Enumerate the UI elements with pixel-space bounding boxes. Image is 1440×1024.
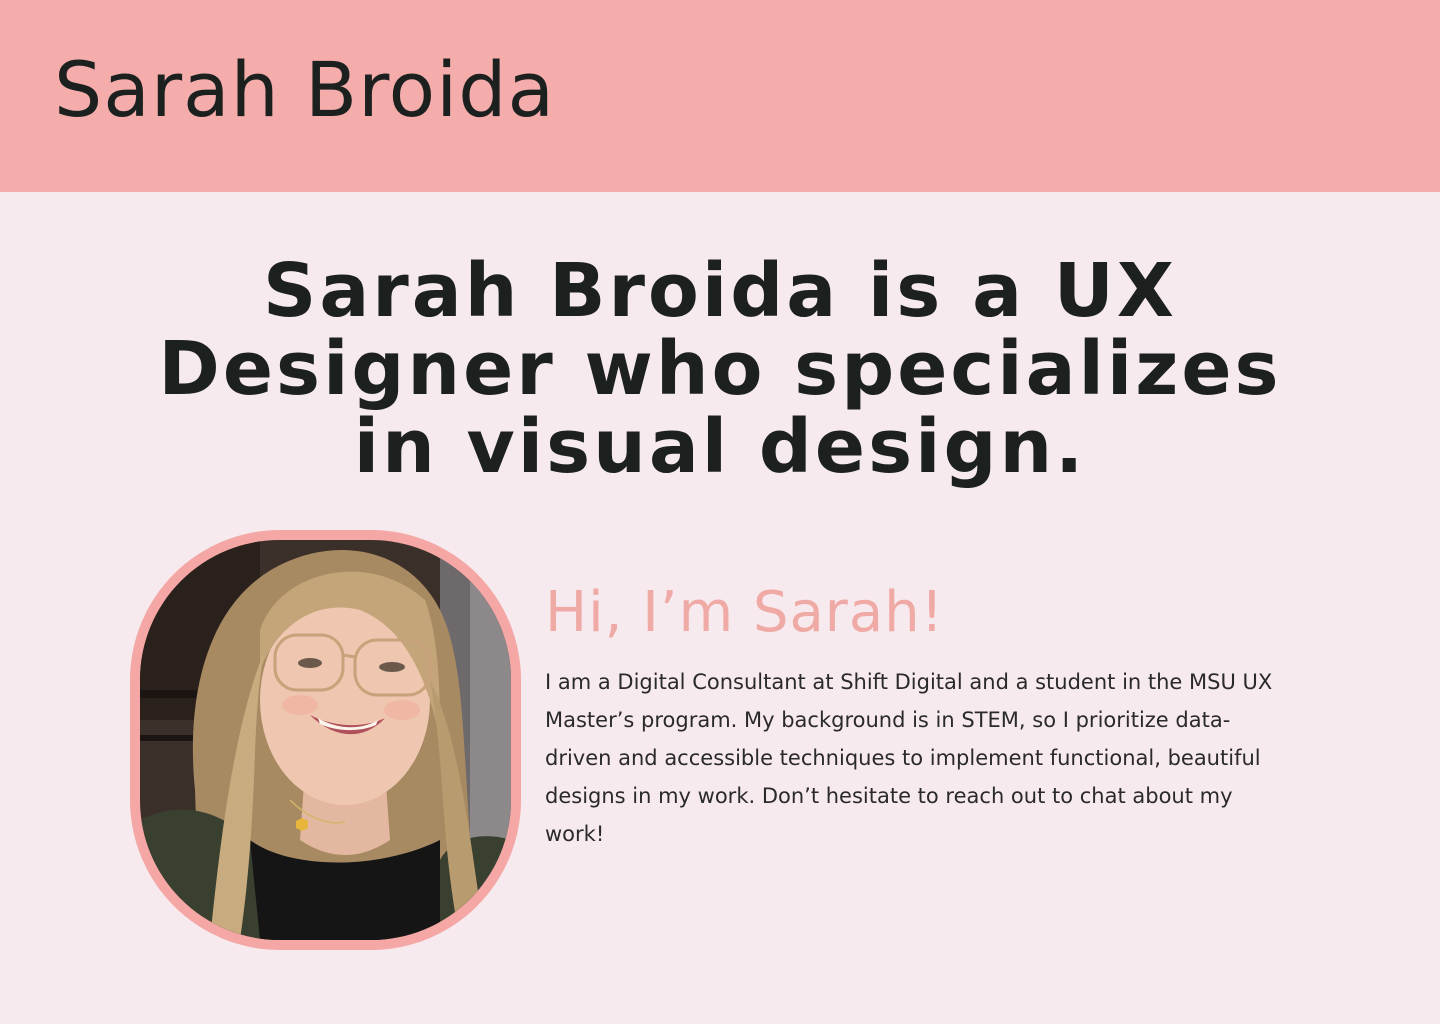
site-header: Sarah Broida <box>0 0 1440 192</box>
profile-photo <box>140 540 511 940</box>
intro-heading: Hi, I’m Sarah! <box>545 580 945 645</box>
site-name[interactable]: Sarah Broida <box>54 40 555 140</box>
profile-photo-image <box>140 540 511 940</box>
hero-headline: Sarah Broida is a UX Designer who specia… <box>158 248 1282 490</box>
intro-paragraph: I am a Digital Consultant at Shift Digit… <box>545 670 1273 846</box>
profile-photo-frame <box>130 530 521 950</box>
